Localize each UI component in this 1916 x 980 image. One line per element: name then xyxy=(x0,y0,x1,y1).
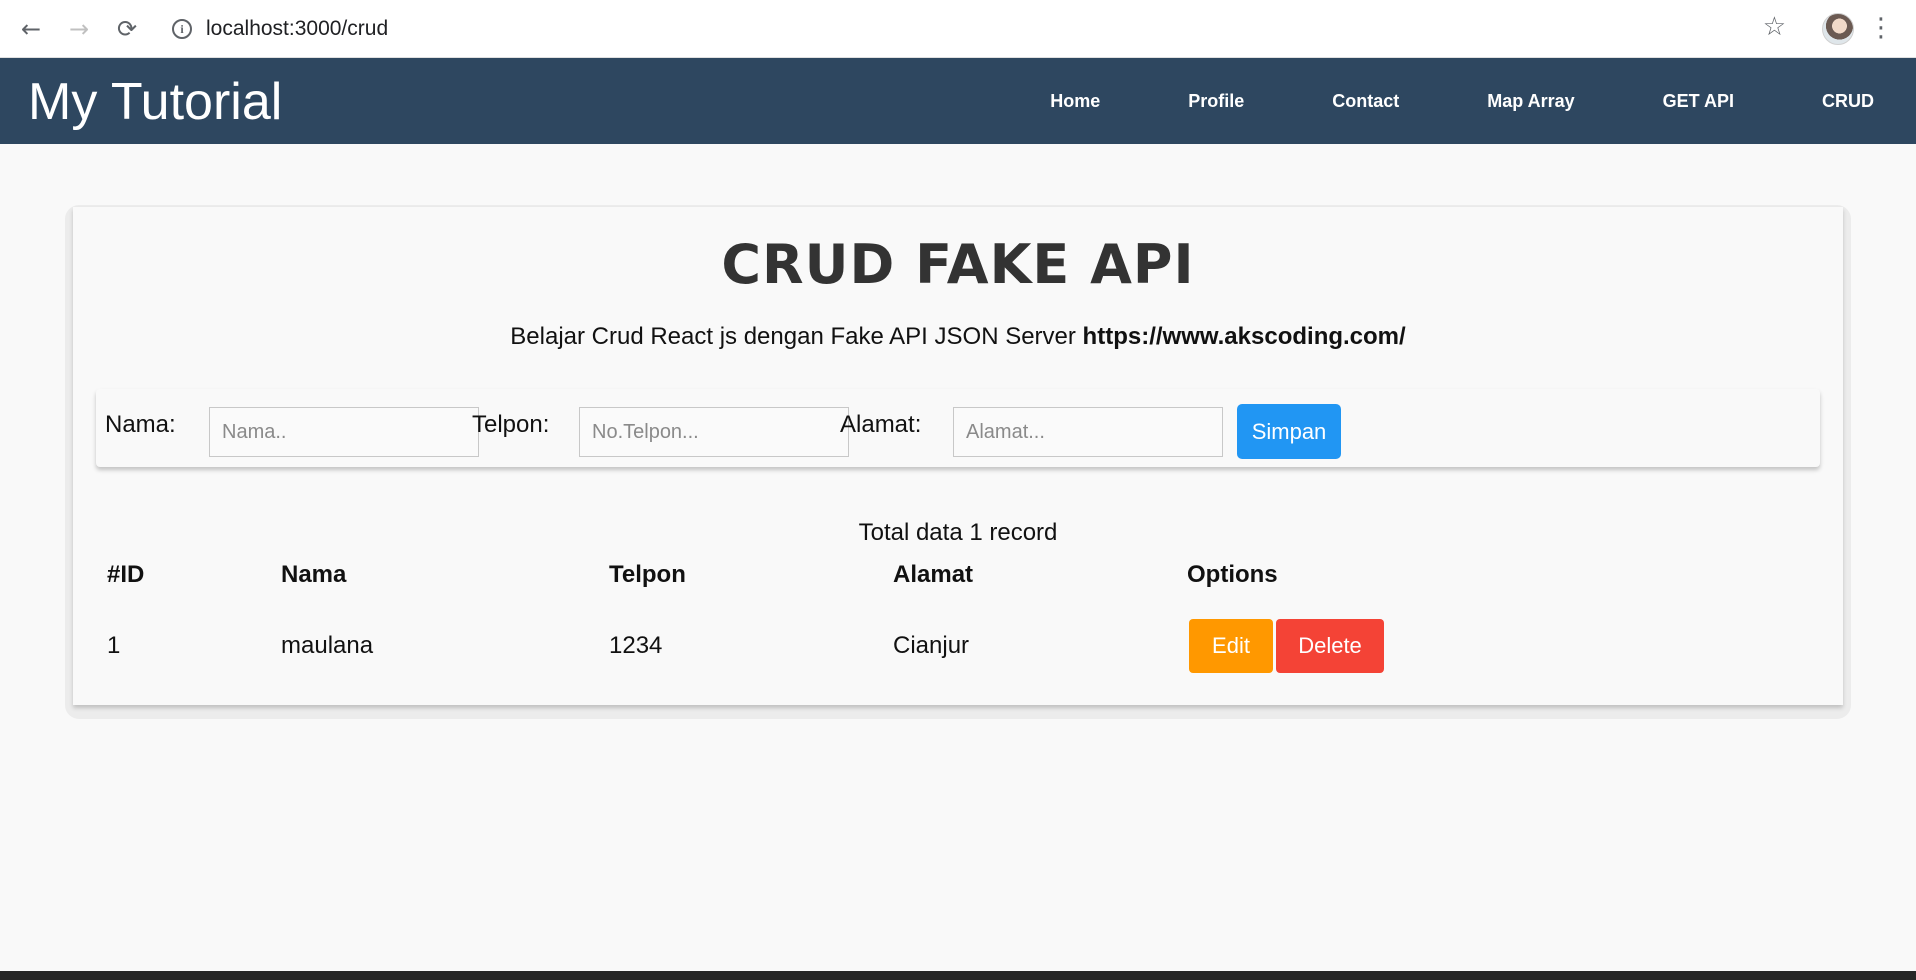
bottom-edge xyxy=(0,971,1916,980)
url-text[interactable]: localhost:3000/crud xyxy=(206,17,388,41)
app-navbar: My Tutorial Home Profile Contact Map Arr… xyxy=(0,58,1916,144)
page-title: CRUD FAKE API xyxy=(721,233,1195,296)
header-nama: Nama xyxy=(281,561,347,588)
profile-avatar[interactable] xyxy=(1822,13,1854,45)
alamat-label: Alamat: xyxy=(840,411,922,438)
edit-button[interactable]: Edit xyxy=(1189,619,1273,673)
back-icon[interactable]: ← xyxy=(16,14,46,44)
forward-icon[interactable]: → xyxy=(64,14,94,44)
delete-button[interactable]: Delete xyxy=(1276,619,1384,673)
cell-alamat: Cianjur xyxy=(893,632,970,659)
cell-telpon: 1234 xyxy=(609,632,663,659)
input-form: Nama: Telpon: Alamat: Simpan xyxy=(96,389,1820,467)
nav-link-profile[interactable]: Profile xyxy=(1144,91,1288,112)
cell-nama: maulana xyxy=(281,632,374,659)
crud-card: CRUD FAKE API Belajar Crud React js deng… xyxy=(73,207,1843,705)
header-options: Options xyxy=(1187,561,1278,588)
nama-label: Nama: xyxy=(105,411,176,438)
nav-link-home[interactable]: Home xyxy=(1006,91,1144,112)
brand-title[interactable]: My Tutorial xyxy=(28,72,282,132)
page-subtitle: Belajar Crud React js dengan Fake API JS… xyxy=(73,323,1843,351)
total-records: Total data 1 record xyxy=(858,519,1058,546)
nav-link-map-array[interactable]: Map Array xyxy=(1443,91,1618,112)
reload-icon[interactable]: ⟳ xyxy=(112,14,142,44)
header-id: #ID xyxy=(107,561,145,588)
table-row: 1 maulana 1234 Cianjur Edit Delete xyxy=(107,599,1587,693)
nav-link-get-api[interactable]: GET API xyxy=(1619,91,1778,112)
simpan-button[interactable]: Simpan xyxy=(1237,404,1341,459)
nav-links: Home Profile Contact Map Array GET API C… xyxy=(1006,58,1916,144)
telpon-input[interactable] xyxy=(579,407,849,457)
address-bar[interactable]: i localhost:3000/crud xyxy=(172,14,388,44)
cell-id: 1 xyxy=(107,632,121,659)
alamat-input[interactable] xyxy=(953,407,1223,457)
cell-options: Edit Delete xyxy=(1187,599,1587,693)
nav-link-crud[interactable]: CRUD xyxy=(1778,91,1916,112)
nav-link-contact[interactable]: Contact xyxy=(1288,91,1443,112)
subtitle-text: Belajar Crud React js dengan Fake API JS… xyxy=(510,323,1076,350)
telpon-label: Telpon: xyxy=(472,411,550,438)
data-table: #ID Nama Telpon Alamat Options 1 maulana… xyxy=(107,551,1587,693)
info-icon[interactable]: i xyxy=(172,19,192,39)
bookmark-star-icon[interactable]: ☆ xyxy=(1763,12,1786,42)
browser-toolbar: ← → ⟳ i localhost:3000/crud ☆ ⋮ xyxy=(0,0,1916,58)
browser-menu-icon[interactable]: ⋮ xyxy=(1868,13,1894,43)
table-header-row: #ID Nama Telpon Alamat Options xyxy=(107,551,1587,599)
nama-input[interactable] xyxy=(209,407,479,457)
header-alamat: Alamat xyxy=(893,561,974,588)
header-telpon: Telpon xyxy=(609,561,686,588)
subtitle-link: https://www.akscoding.com/ xyxy=(1082,323,1406,350)
